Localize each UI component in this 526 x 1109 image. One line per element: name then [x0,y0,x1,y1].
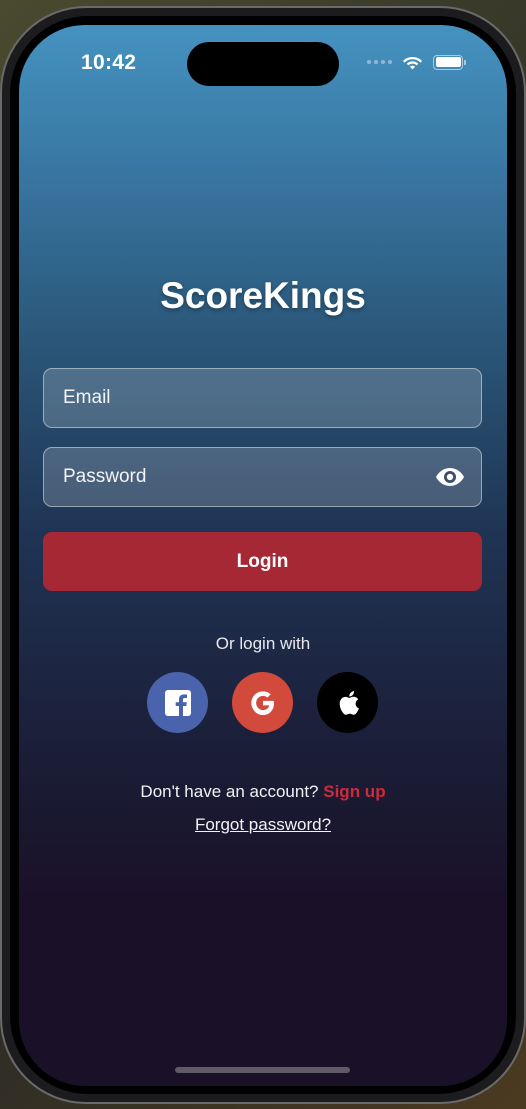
social-login-row [147,672,378,733]
forgot-password-link[interactable]: Forgot password? [19,815,507,835]
app-screen: 10:42 ScoreKings Email Password Login Or… [19,25,507,1086]
apple-login-button[interactable] [317,672,378,733]
signal-icon [367,60,392,64]
email-placeholder: Email [63,387,111,408]
wifi-icon [403,57,422,70]
facebook-login-button[interactable] [147,672,208,733]
facebook-icon [164,689,191,716]
social-login-prompt: Or login with [215,634,311,653]
password-field[interactable]: Password [43,447,482,507]
app-title: ScoreKings [160,275,366,316]
eye-icon[interactable] [435,466,465,488]
status-time: 10:42 [81,51,137,74]
signup-prompt-line: Don't have an account? Sign up [19,782,507,802]
battery-icon [433,54,466,70]
dynamic-island [187,42,339,86]
google-login-button[interactable] [232,672,293,733]
google-icon [250,690,274,715]
password-placeholder: Password [63,466,147,487]
signup-link[interactable]: Sign up [323,782,385,801]
apple-icon [339,690,359,715]
status-icons [367,54,466,70]
login-button[interactable]: Login [43,532,482,591]
home-indicator[interactable] [175,1067,350,1073]
email-field[interactable]: Email [43,368,482,428]
signup-prompt: Don't have an account? [140,782,319,801]
